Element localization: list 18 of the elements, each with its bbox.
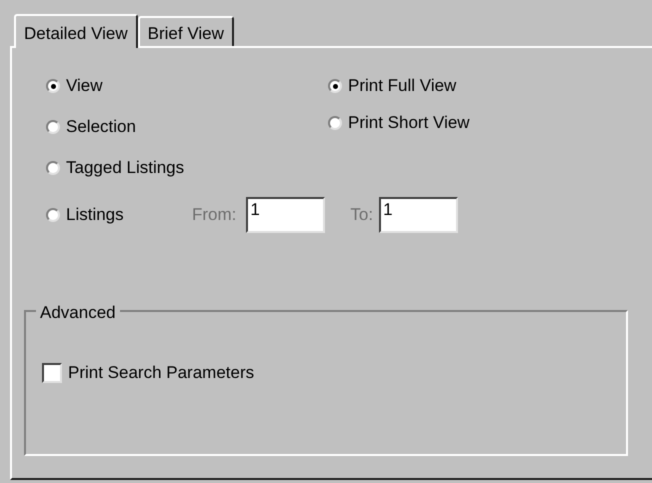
radio-label: Print Short View bbox=[348, 112, 470, 134]
radio-button[interactable] bbox=[46, 120, 60, 134]
tab[interactable]: Brief View bbox=[138, 16, 234, 46]
radio-button[interactable] bbox=[328, 79, 342, 93]
checkbox[interactable] bbox=[42, 362, 62, 383]
radio-button[interactable] bbox=[46, 161, 60, 175]
radio-label: Listings bbox=[66, 204, 124, 226]
radio-label: Print Full View bbox=[348, 75, 456, 98]
checkbox-label: Print Search Parameters bbox=[68, 362, 254, 384]
to-label: To: bbox=[350, 204, 374, 226]
radio-label: Tagged Listings bbox=[66, 157, 184, 180]
radio-button[interactable] bbox=[46, 79, 60, 93]
radio-label: View bbox=[66, 75, 103, 98]
tab[interactable]: Detailed View bbox=[14, 14, 138, 48]
radio-button[interactable] bbox=[328, 116, 342, 130]
radio-button[interactable] bbox=[46, 208, 60, 222]
from-label: From: bbox=[192, 204, 236, 226]
radio-label: Selection bbox=[66, 116, 136, 138]
